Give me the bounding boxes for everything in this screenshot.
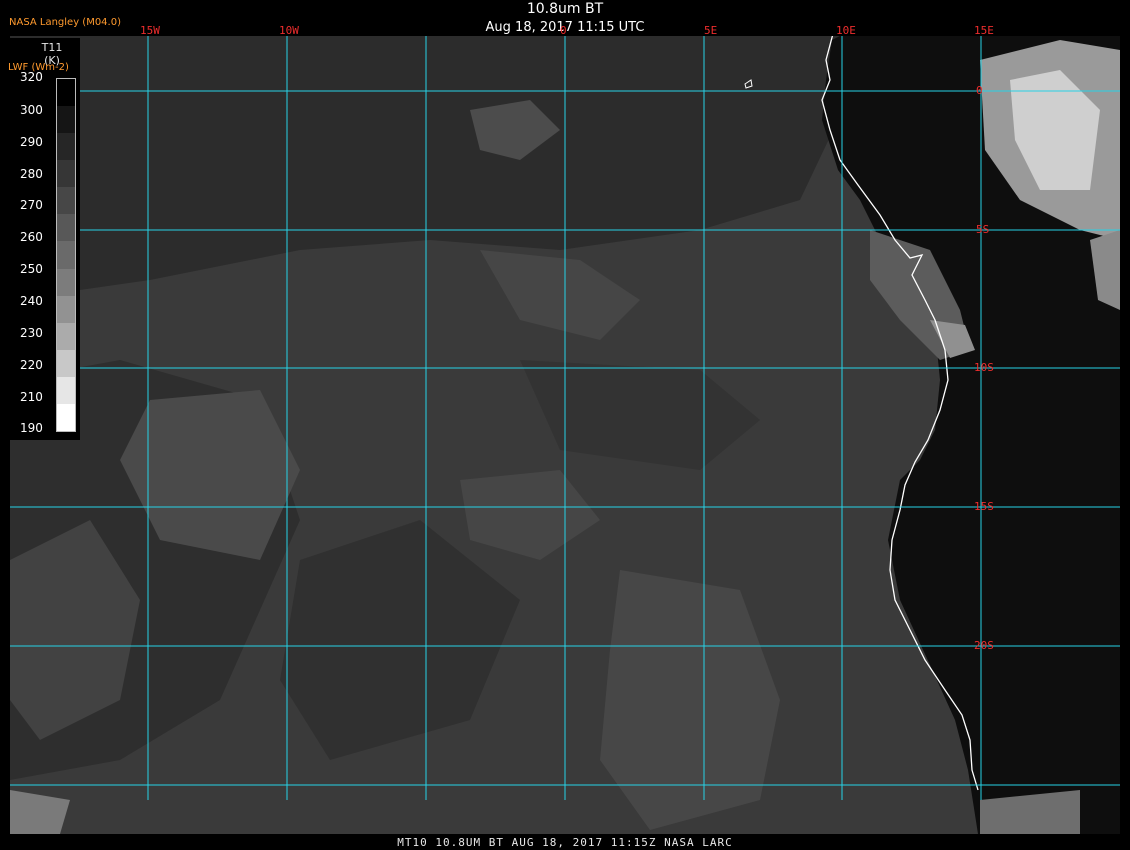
- colorbar-tick: 220: [20, 358, 43, 372]
- lon-label-0: 0: [560, 24, 567, 37]
- colorbar-tick: 280: [20, 167, 43, 181]
- colorbar-tick: 260: [20, 230, 43, 244]
- colorbar-tick: 230: [20, 326, 43, 340]
- colorbar-tick: 190: [20, 421, 43, 435]
- lon-label-5e: 5E: [704, 24, 718, 37]
- colorbar-swatches: [56, 78, 76, 432]
- colorbar-swatch: [57, 268, 75, 297]
- lon-label-15e: 15E: [974, 24, 994, 37]
- colorbar-swatch: [57, 214, 75, 242]
- colorbar-swatch: [57, 187, 75, 215]
- credit-label: NASA Langley (M04.0): [9, 17, 121, 28]
- lat-label-0: 0: [976, 84, 983, 97]
- footer-caption: MT10 10.8UM BT AUG 18, 2017 11:15Z NASA …: [397, 836, 733, 849]
- image-title: 10.8um BT: [526, 1, 604, 17]
- colorbar-swatch: [57, 79, 75, 107]
- colorbar-swatch: [57, 322, 75, 351]
- colorbar-swatch: [57, 106, 75, 134]
- lon-label-10e: 10E: [836, 24, 856, 37]
- lat-label-5s: 5S: [976, 223, 990, 236]
- colorbar: T11 (K) LWF (Wm-2) 320 300 290 280 270 2…: [8, 38, 80, 440]
- lon-label-10w: 10W: [279, 24, 299, 37]
- colorbar-swatch: [57, 376, 75, 405]
- colorbar-tick: 320: [20, 70, 43, 84]
- satellite-image-map: [0, 0, 1130, 850]
- colorbar-swatch: [57, 349, 75, 378]
- colorbar-tick: 270: [20, 198, 43, 212]
- colorbar-tick: 300: [20, 103, 43, 117]
- colorbar-swatch: [57, 295, 75, 324]
- colorbar-variable: T11: [41, 41, 63, 54]
- colorbar-swatch: [57, 241, 75, 270]
- lat-label-10s: 10S: [974, 361, 994, 374]
- colorbar-swatch: [57, 403, 75, 432]
- colorbar-tick: 250: [20, 262, 43, 276]
- lon-label-15w: 15W: [140, 24, 160, 37]
- lat-label-15s: 15S: [974, 500, 994, 513]
- lat-label-20s: 20S: [974, 639, 994, 652]
- colorbar-swatch: [57, 133, 75, 161]
- colorbar-tick: 240: [20, 294, 43, 308]
- colorbar-tick: 210: [20, 390, 43, 404]
- colorbar-swatch: [57, 160, 75, 188]
- colorbar-tick: 290: [20, 135, 43, 149]
